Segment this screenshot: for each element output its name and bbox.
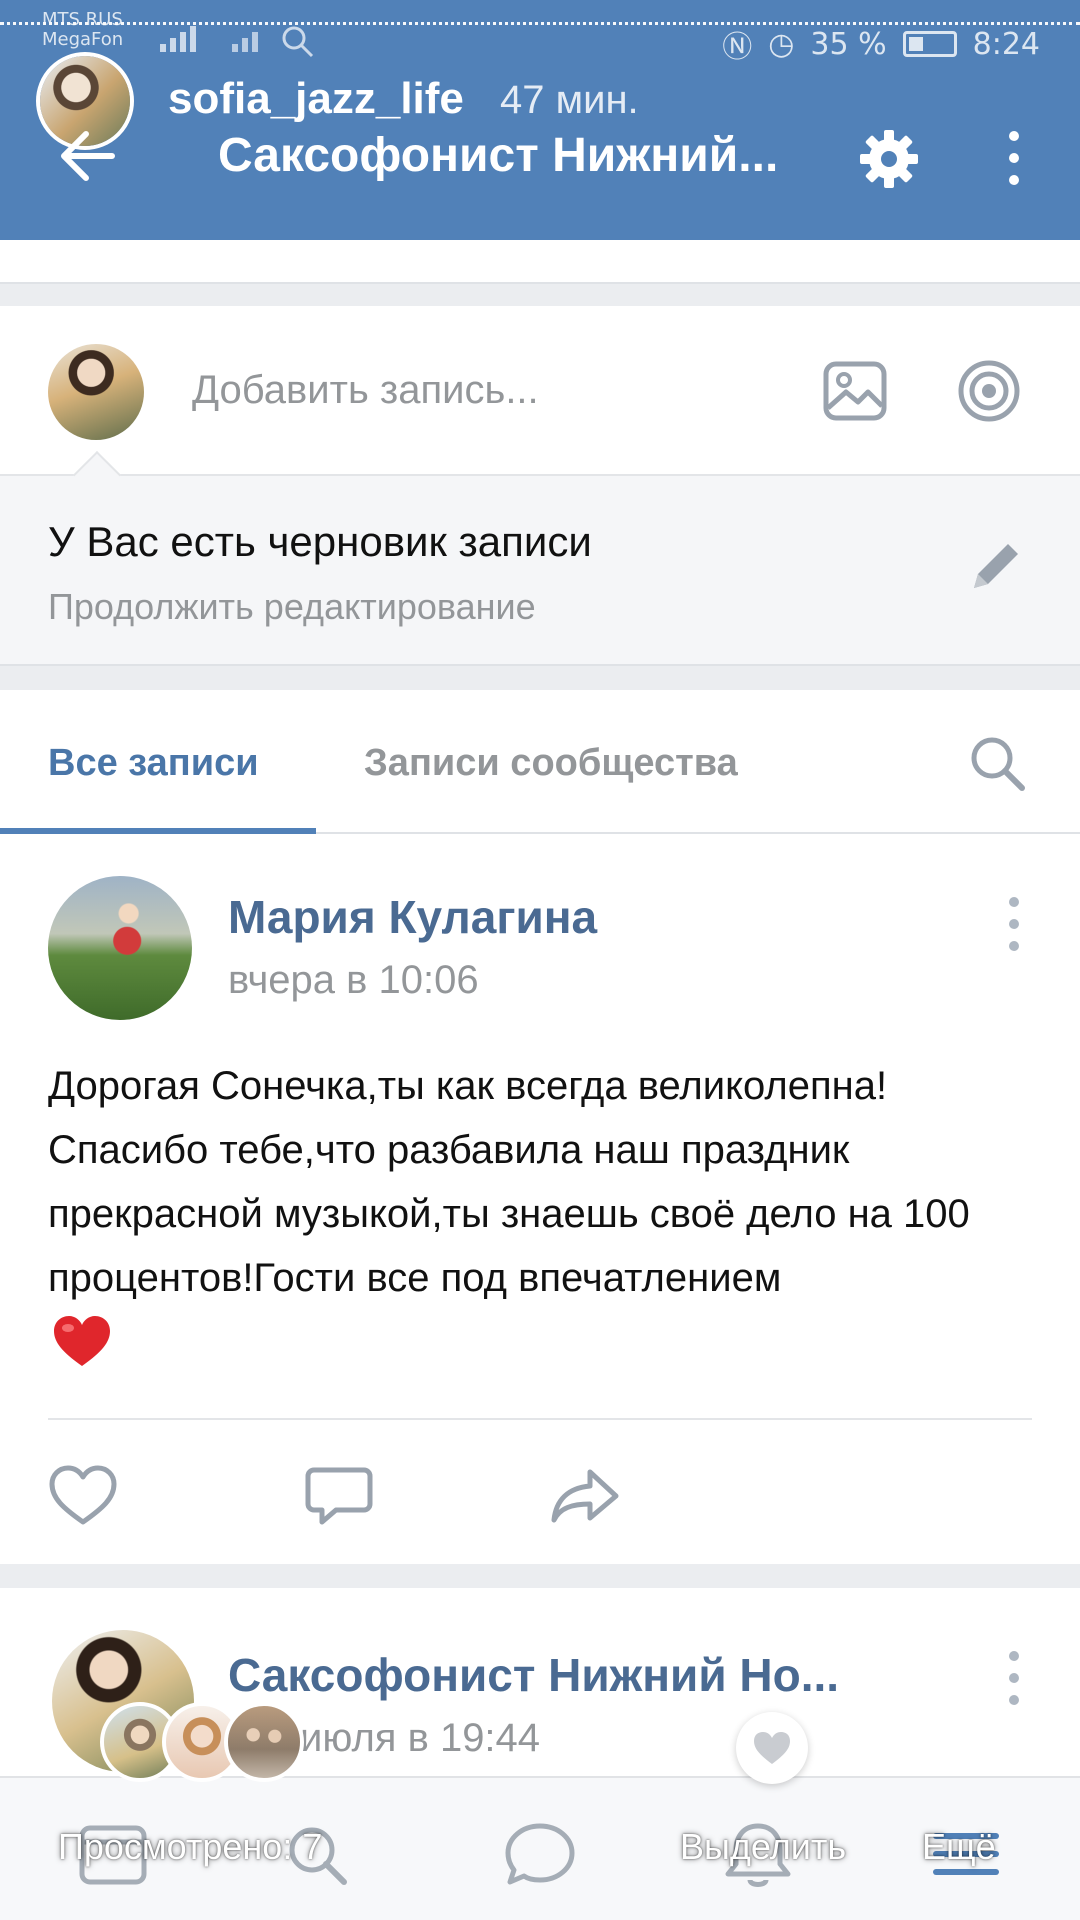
alarm-icon: ◷	[768, 26, 795, 62]
app-header: MTS RUS MegaFon Ⓝ ◷ 35 % 8:24 sofia_jazz…	[0, 0, 1080, 240]
heart-icon	[754, 1732, 790, 1764]
more-vertical-icon[interactable]	[1000, 128, 1028, 188]
share-icon[interactable]	[550, 1464, 620, 1528]
story-highlight-button[interactable]: Выделить	[680, 1826, 846, 1868]
draft-subtitle[interactable]: Продолжить редактирование	[48, 586, 536, 628]
story-username[interactable]: sofia_jazz_life	[168, 74, 464, 124]
post-text: Дорогая Сонечка,ты как всегда великолепн…	[48, 1064, 970, 1300]
viewer-avatar	[224, 1702, 304, 1782]
heart-emoji-icon	[54, 1316, 110, 1366]
wall-tabs: Все записи Записи сообщества	[0, 690, 1080, 834]
composer-placeholder[interactable]: Добавить запись...	[192, 368, 539, 413]
back-arrow-icon[interactable]	[56, 128, 116, 184]
like-icon[interactable]	[48, 1464, 118, 1528]
tab-community-posts[interactable]: Записи сообщества	[364, 742, 738, 785]
post-author[interactable]: Саксофонист Нижний Но...	[228, 1648, 839, 1702]
page-title: Саксофонист Нижний...	[218, 129, 779, 182]
post-composer[interactable]: Добавить запись...	[0, 306, 1080, 474]
status-search-icon	[282, 26, 314, 58]
post-author-avatar[interactable]	[48, 876, 192, 1020]
header-spacer	[0, 240, 1080, 284]
post-menu-icon[interactable]	[1004, 894, 1024, 954]
nfc-icon: Ⓝ	[722, 30, 753, 65]
draft-notice[interactable]: У Вас есть черновик записи Продолжить ре…	[0, 474, 1080, 666]
gear-icon[interactable]	[858, 128, 920, 190]
battery-percent: 35 %	[810, 26, 887, 62]
post-author[interactable]: Мария Кулагина	[228, 890, 597, 944]
draft-title: У Вас есть черновик записи	[48, 518, 592, 565]
battery-icon	[902, 31, 957, 57]
status-right: Ⓝ ◷ 35 % 8:24	[722, 22, 1040, 66]
story-more-button[interactable]: Ещё	[922, 1826, 996, 1868]
story-more-icon[interactable]	[956, 1724, 970, 1774]
clock: 8:24	[972, 26, 1040, 62]
post-menu-icon[interactable]	[1004, 1648, 1024, 1708]
carrier-2: MegaFon	[42, 29, 124, 50]
carrier-1: MTS RUS	[42, 9, 123, 30]
composer-avatar	[48, 344, 144, 440]
photo-icon[interactable]	[822, 358, 888, 424]
carrier-labels: MTS RUS MegaFon	[42, 10, 123, 50]
story-like-button[interactable]	[736, 1712, 808, 1784]
signal-2-icon	[232, 32, 258, 52]
post-card: Мария Кулагина вчера в 10:06 Дорогая Сон…	[0, 834, 1080, 1564]
post-time[interactable]: вчера в 10:06	[228, 958, 479, 1003]
tab-all-posts[interactable]: Все записи	[48, 742, 259, 785]
story-time: 47 мин.	[500, 78, 639, 122]
search-icon[interactable]	[968, 734, 1028, 794]
story-views-count[interactable]: Просмотрено: 7	[58, 1826, 322, 1868]
target-icon[interactable]	[956, 358, 1022, 424]
signal-icon	[160, 26, 196, 52]
comment-icon[interactable]	[304, 1464, 374, 1528]
pencil-icon[interactable]	[966, 536, 1026, 596]
story-viewers[interactable]	[100, 1702, 360, 1788]
messages-icon[interactable]	[502, 1820, 578, 1890]
status-bar: MTS RUS MegaFon Ⓝ ◷ 35 % 8:24	[0, 10, 1080, 66]
post-divider	[48, 1418, 1032, 1420]
